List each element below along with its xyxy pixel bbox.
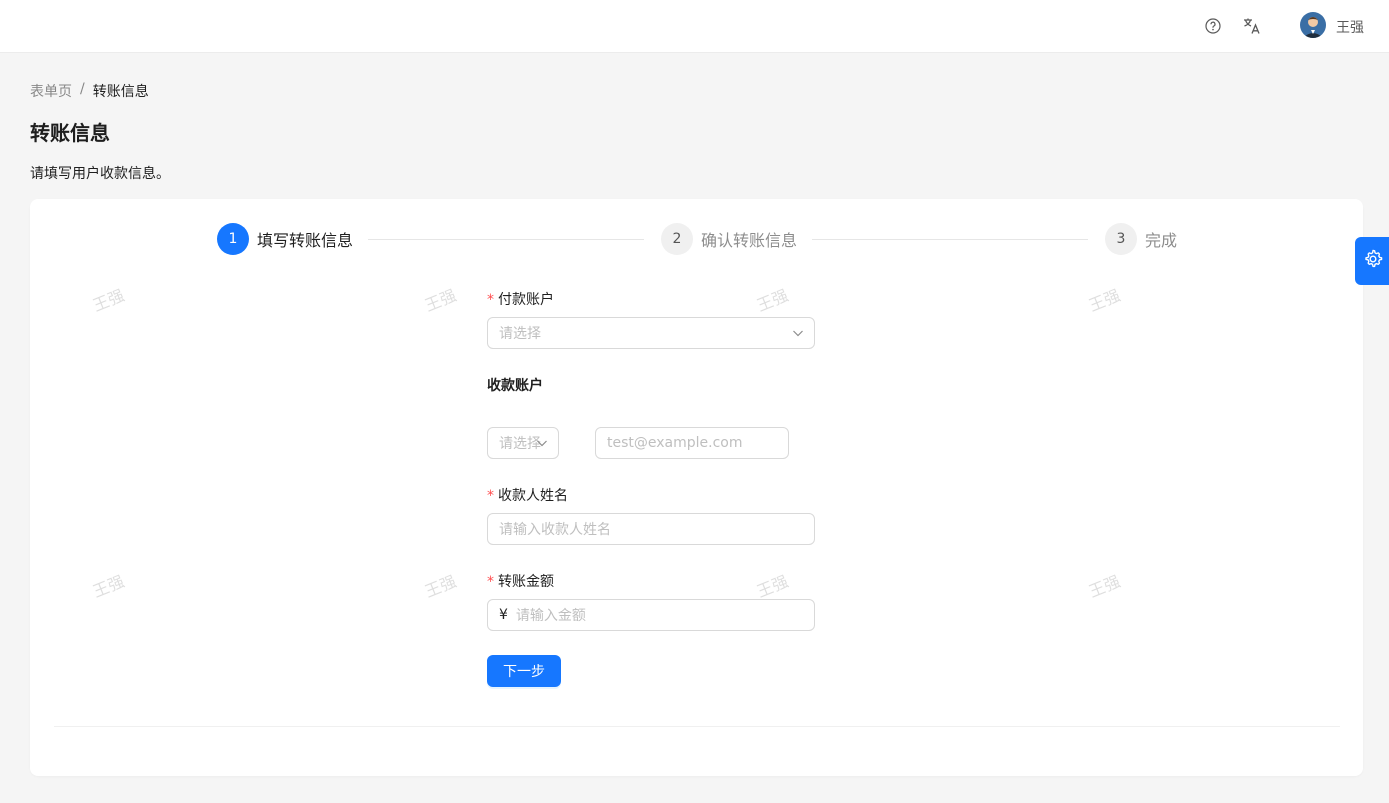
step-number: 2 [661,223,693,255]
watermark: 王强 [1086,285,1123,316]
breadcrumb-item-form[interactable]: 表单页 [30,81,72,101]
watermark: 王强 [422,571,459,602]
step-number: 3 [1105,223,1137,255]
help-icon[interactable] [1201,14,1225,38]
step-connector [812,239,1088,240]
watermark: 王强 [422,285,459,316]
gear-icon [1363,249,1383,273]
breadcrumb-separator: / [80,81,85,97]
page-description: 请填写用户收款信息。 [30,166,170,182]
receive-account-label: 收款账户 [487,378,543,394]
receiver-name-input[interactable]: 请输入收款人姓名 [487,513,815,545]
amount-input[interactable]: ¥ 请输入金额 [487,599,815,631]
watermark: 王强 [1086,571,1123,602]
translate-icon[interactable] [1240,14,1264,38]
user-name[interactable]: 王强 [1336,17,1364,37]
settings-drawer-button[interactable] [1355,237,1389,285]
step-2[interactable]: 2 确认转账信息 [661,223,797,255]
step-3[interactable]: 3 完成 [1105,223,1177,255]
avatar[interactable] [1300,12,1326,38]
breadcrumb-item-current: 转账信息 [92,84,149,100]
required-mark: * [487,292,494,308]
receive-account-type-select[interactable]: 请选择 [487,427,559,459]
required-mark: * [487,574,494,590]
watermark: 王强 [754,571,791,602]
select-placeholder: 请选择 [499,436,541,452]
receiver-name-label: * 收款人姓名 [487,488,568,504]
input-placeholder: 请输入收款人姓名 [499,522,611,538]
page-root: 王强 表单页 / 转账信息 转账信息 请填写用户收款信息。 王强 王强 王强 王… [0,0,1389,803]
step-connector [368,239,644,240]
input-placeholder: 请输入金额 [515,608,586,624]
watermark: 王强 [754,285,791,316]
next-button[interactable]: 下一步 [487,655,561,687]
watermark: 王强 [90,285,127,316]
breadcrumb: 表单页 / 转账信息 [30,81,149,101]
divider [54,726,1340,727]
required-mark: * [487,488,494,504]
pay-account-select[interactable]: 请选择 [487,317,815,349]
chevron-down-icon [536,437,548,453]
step-label: 填写转账信息 [257,231,354,250]
currency-prefix: ¥ [499,607,508,623]
step-1[interactable]: 1 填写转账信息 [217,223,353,255]
chevron-down-icon [792,327,804,343]
form-card: 王强 王强 王强 王强 王强 王强 王强 王强 1 填写转账信息 2 确认转账信… [30,199,1363,776]
receive-account-input[interactable]: test@example.com [595,427,789,459]
step-label: 确认转账信息 [701,231,798,250]
watermark: 王强 [90,571,127,602]
step-number: 1 [217,223,249,255]
top-header: 王强 [0,0,1389,53]
amount-label: * 转账金额 [487,574,554,590]
pay-account-label: * 付款账户 [487,292,554,308]
select-placeholder: 请选择 [499,326,541,342]
page-title: 转账信息 [30,121,110,145]
step-label: 完成 [1145,231,1178,250]
input-placeholder: test@example.com [607,435,743,451]
